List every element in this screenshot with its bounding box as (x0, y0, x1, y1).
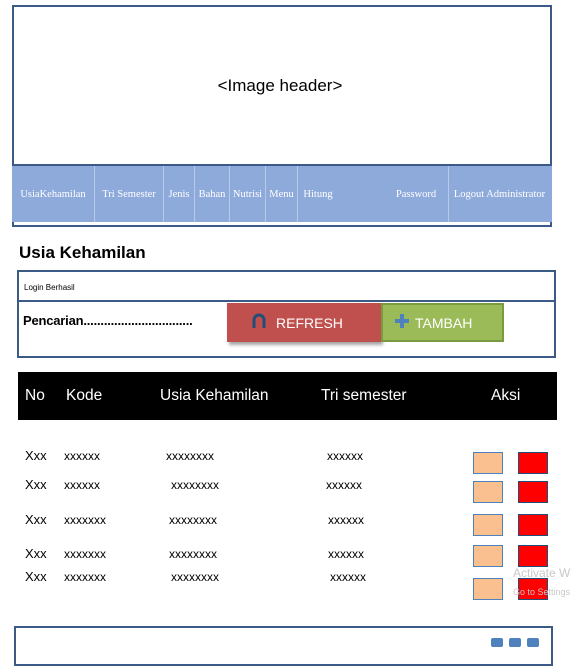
cell-tri: xxxxxx (330, 570, 366, 584)
image-header-placeholder: <Image header> (217, 76, 343, 95)
edit-button[interactable] (473, 481, 503, 503)
plus-icon (395, 314, 409, 331)
cell-no: Xxx (25, 512, 47, 527)
pagination-dot[interactable] (509, 638, 521, 647)
pagination-dot[interactable] (527, 638, 539, 647)
cell-kode: xxxxxxx (64, 570, 106, 584)
cell-no: Xxx (25, 477, 47, 492)
footer-panel (14, 626, 553, 666)
nav-item-menu[interactable]: Menu (266, 166, 297, 222)
column-header-usia-kehamilan: Usia Kehamilan (160, 387, 269, 404)
cell-kode: xxxxxxx (64, 547, 106, 561)
refresh-arc-icon (252, 313, 266, 332)
cell-usia: xxxxxxxx (166, 449, 214, 463)
delete-button[interactable] (518, 481, 548, 503)
cell-kode: xxxxxxx (64, 513, 106, 527)
column-header-aksi: Aksi (491, 387, 521, 404)
column-header-tri-semester: Tri semester (321, 387, 407, 404)
column-header-kode: Kode (66, 387, 103, 404)
activation-watermark: Activate W (513, 566, 571, 580)
cell-tri: xxxxxx (327, 449, 363, 463)
cell-kode: xxxxxx (64, 478, 100, 492)
nav-item-hitung[interactable]: Hitung (298, 166, 338, 222)
refresh-button[interactable]: REFRESH (227, 303, 381, 342)
nav-item-jenis[interactable]: Jenis (164, 166, 194, 222)
nav-item-bahan[interactable]: Bahan (195, 166, 229, 222)
edit-button[interactable] (473, 545, 503, 567)
nav-item-logout[interactable]: Logout Administrator (449, 166, 550, 222)
cell-kode: xxxxxx (64, 449, 100, 463)
cell-usia: xxxxxxxx (169, 513, 217, 527)
cell-no: Xxx (25, 569, 47, 584)
table-header: No Kode Usia Kehamilan Tri semester Aksi (18, 372, 557, 420)
delete-button[interactable] (518, 514, 548, 536)
cell-tri: xxxxxx (326, 478, 362, 492)
activation-watermark-hint: Go to Settings (513, 587, 571, 597)
cell-usia: xxxxxxxx (171, 478, 219, 492)
tambah-button-label: TAMBAH (415, 314, 473, 331)
edit-button[interactable] (473, 578, 503, 600)
tambah-button[interactable]: TAMBAH (381, 303, 504, 342)
nav-item-password[interactable]: Password (384, 166, 448, 222)
page-title: Usia Kehamilan (19, 243, 146, 262)
delete-button[interactable] (518, 545, 548, 567)
column-header-no: No (25, 387, 45, 404)
nav-item-tri-semester[interactable]: Tri Semester (95, 166, 163, 222)
refresh-button-label: REFRESH (276, 314, 343, 331)
edit-button[interactable] (473, 514, 503, 536)
cell-no: Xxx (25, 546, 47, 561)
cell-tri: xxxxxx (328, 513, 364, 527)
pagination-dot[interactable] (491, 638, 503, 647)
nav-bar: UsiaKehamilan Tri Semester Jenis Bahan N… (12, 164, 552, 222)
nav-item-usia-kehamilan[interactable]: UsiaKehamilan (12, 166, 94, 222)
delete-button[interactable] (518, 452, 548, 474)
edit-button[interactable] (473, 452, 503, 474)
cell-usia: xxxxxxxx (171, 570, 219, 584)
search-field[interactable]: Pencarian...............................… (23, 313, 193, 328)
panel-divider (17, 300, 556, 302)
login-status-message: Login Berhasil (24, 283, 75, 292)
cell-usia: xxxxxxxx (169, 547, 217, 561)
cell-no: Xxx (25, 448, 47, 463)
cell-tri: xxxxxx (328, 547, 364, 561)
nav-item-nutrisi[interactable]: Nutrisi (230, 166, 265, 222)
